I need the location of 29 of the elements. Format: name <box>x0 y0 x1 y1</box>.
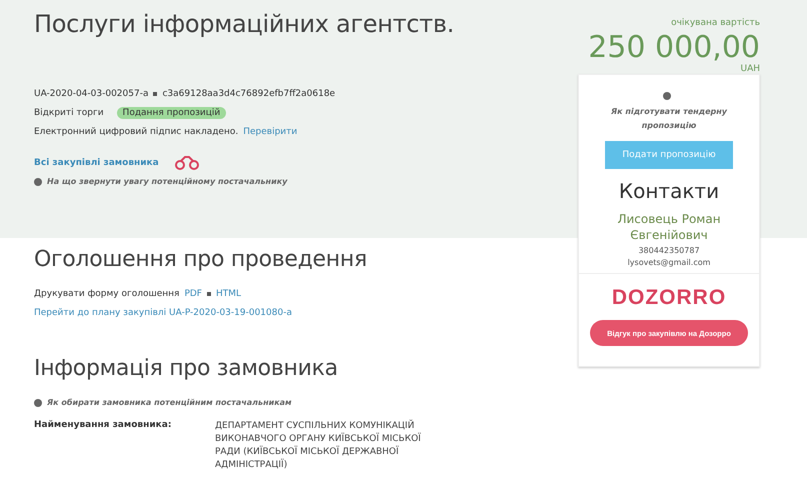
signature-text: Електронний цифровий підпис накладено. <box>34 126 238 136</box>
print-label: Друкувати форму оголошення <box>34 288 180 298</box>
submit-offer-button[interactable]: Подати пропозицію <box>605 141 733 169</box>
supplier-hint-link[interactable]: На що звернути увагу потенційному постачальнику <box>47 177 288 186</box>
all-purchases-link[interactable]: Всі закупівлі замовника <box>34 158 159 168</box>
contact-name: Лисовець Роман Євгенійович <box>616 211 722 243</box>
customer-title: Інформація про замовника <box>34 356 339 381</box>
verify-link[interactable]: Перевірити <box>243 126 298 136</box>
announcement-title: Оголошення про проведення <box>34 247 368 272</box>
binoculars-icon <box>174 156 200 170</box>
contact-email: lysovets@gmail.com <box>628 258 710 267</box>
tender-id: UA-2020-04-03-002057-a <box>34 88 148 98</box>
page-title: Послуги інформаційних агентств. <box>34 10 456 38</box>
plan-link[interactable]: Перейти до плану закупівлі UA-P-2020-03-19-001080-a <box>34 308 292 318</box>
price-label: очікувана вартість <box>671 18 760 28</box>
field-label: Найменування замовника: <box>34 420 172 432</box>
customer-hint-link[interactable]: Як обирати замовника потенційним постачальникам <box>47 398 292 407</box>
contact-phone: 380442350787 <box>638 246 700 255</box>
tender-guide-link[interactable]: Як підготувати тендерну пропозицію <box>604 105 734 133</box>
price-amount: 250 000,00 <box>588 32 760 64</box>
procedure-type: Відкриті торги <box>34 108 104 118</box>
print-link[interactable]: PDF <box>184 288 202 298</box>
dozorro-logo: DOZORRO <box>612 286 726 310</box>
tender-hash: c3a69128aa3d4c76892efb7ff2a0618e <box>162 88 336 98</box>
contacts-title: Контакти <box>618 179 720 203</box>
price-currency: UAH <box>740 64 760 74</box>
field-value: ДЕПАРТАМЕНТ СУСПІЛЬНИХ КОМУНІКАЦІЙ ВИКОНАВЧОГО ОРГАНУ КИЇВСЬКОЇ МІСЬКОЇ РАДИ (КИЇВСЬКОЇ МІСЬКОЇ ДЕРЖАВНОЇ АДМІНІСТРАЦІЇ) <box>215 420 422 472</box>
print-link[interactable]: HTML <box>216 288 242 298</box>
status-badge: Подання пропозицій <box>116 106 226 118</box>
